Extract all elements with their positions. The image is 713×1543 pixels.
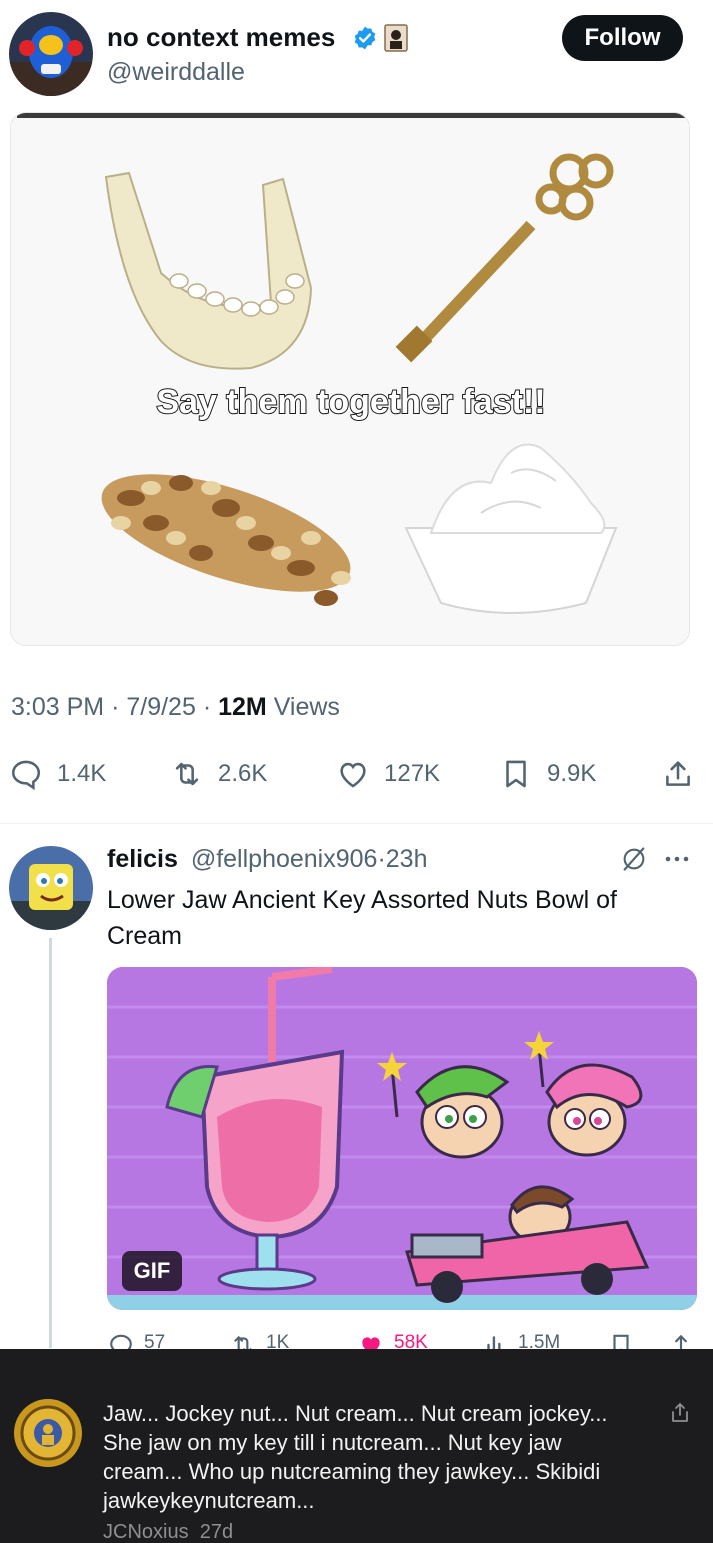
reply-gif[interactable] (107, 967, 697, 1310)
thread-connector (49, 938, 52, 1348)
reply-age[interactable]: 23h (386, 845, 428, 873)
verified-badge-icon (354, 26, 376, 50)
repost-button[interactable]: 2.6K (170, 750, 267, 798)
post-meta: 3:03 PM · 7/9/25 · 12M Views (11, 693, 340, 722)
reply-author-avatar[interactable] (9, 846, 93, 930)
reply-bookmark-button[interactable] (608, 1332, 644, 1350)
reply-views-count: 1.5M (518, 1332, 561, 1350)
reply-author-name[interactable]: felicis (107, 845, 178, 873)
bookmark-button[interactable]: 9.9K (499, 750, 596, 798)
gif-badge: GIF (122, 1251, 182, 1291)
heart-icon (340, 762, 366, 788)
image-caption: Say them together fast!! (156, 383, 545, 421)
reply-reply-count: 57 (144, 1332, 166, 1350)
reply-like-button[interactable]: 58K (358, 1332, 428, 1350)
comment-panel: Jaw... Jockey nut... Nut cream... Nut cr… (0, 1349, 713, 1543)
reply-reply-button[interactable]: 57 (108, 1332, 165, 1350)
more-options-icon[interactable] (662, 848, 692, 870)
bookmark-icon (613, 1334, 629, 1350)
separator: · (202, 693, 212, 721)
repost-count: 2.6K (218, 760, 268, 787)
reply-author-handle[interactable]: @fellphoenix906 (191, 845, 378, 873)
bookmark-icon (506, 760, 526, 788)
share-button[interactable] (661, 750, 709, 798)
share-icon (675, 1334, 687, 1350)
divider (0, 823, 713, 824)
reply-action-bar: 57 1K 58K 1.5M (0, 1330, 713, 1350)
comment-meta: JCNoxius 27d (103, 1521, 233, 1543)
share-icon[interactable] (668, 1401, 692, 1425)
repost-icon (175, 762, 199, 786)
reply-icon (11, 760, 41, 791)
views-chart-icon (487, 1336, 501, 1350)
repost-icon (234, 1335, 252, 1350)
post-action-bar: 1.4K 2.6K 127K 9.9K (0, 750, 713, 798)
author-handle[interactable]: @weirddalle (107, 58, 245, 87)
follow-button[interactable]: Follow (562, 15, 683, 61)
affiliate-badge-icon (384, 24, 408, 52)
views-count: 12M (218, 693, 267, 721)
commenter-name[interactable]: JCNoxius (103, 1521, 189, 1543)
reply-repost-count: 1K (266, 1332, 290, 1350)
reply-icon (110, 1334, 132, 1350)
comment-age: 27d (199, 1521, 234, 1543)
commenter-avatar[interactable] (14, 1399, 82, 1467)
like-count: 127K (384, 760, 441, 787)
heart-filled-icon (362, 1337, 380, 1350)
post-date[interactable]: 7/9/25 (126, 693, 196, 721)
reply-repost-button[interactable]: 1K (230, 1332, 289, 1350)
reply-like-count: 58K (394, 1332, 428, 1350)
author-name[interactable]: no context memes (107, 22, 335, 53)
separator: · (377, 845, 386, 873)
bookmark-count: 9.9K (547, 760, 597, 787)
like-button[interactable]: 127K (336, 750, 440, 798)
grok-icon[interactable] (620, 845, 648, 873)
views-label: Views (273, 693, 340, 721)
share-icon (666, 761, 690, 786)
reply-button[interactable]: 1.4K (9, 750, 106, 798)
reply-count: 1.4K (57, 760, 107, 787)
comment-text: Jaw... Jockey nut... Nut cream... Nut cr… (103, 1401, 608, 1513)
reply-views-button[interactable]: 1.5M (482, 1332, 560, 1350)
post-image[interactable]: Say them together fast!! (10, 112, 690, 646)
reply-share-button[interactable] (668, 1332, 704, 1350)
separator: · (111, 693, 120, 721)
reply-header: felicis @fellphoenix906·23h (107, 845, 428, 874)
author-avatar[interactable] (9, 12, 93, 96)
post-time[interactable]: 3:03 PM (11, 693, 104, 721)
reply-text: Lower Jaw Ancient Key Assorted Nuts Bowl… (107, 886, 617, 950)
